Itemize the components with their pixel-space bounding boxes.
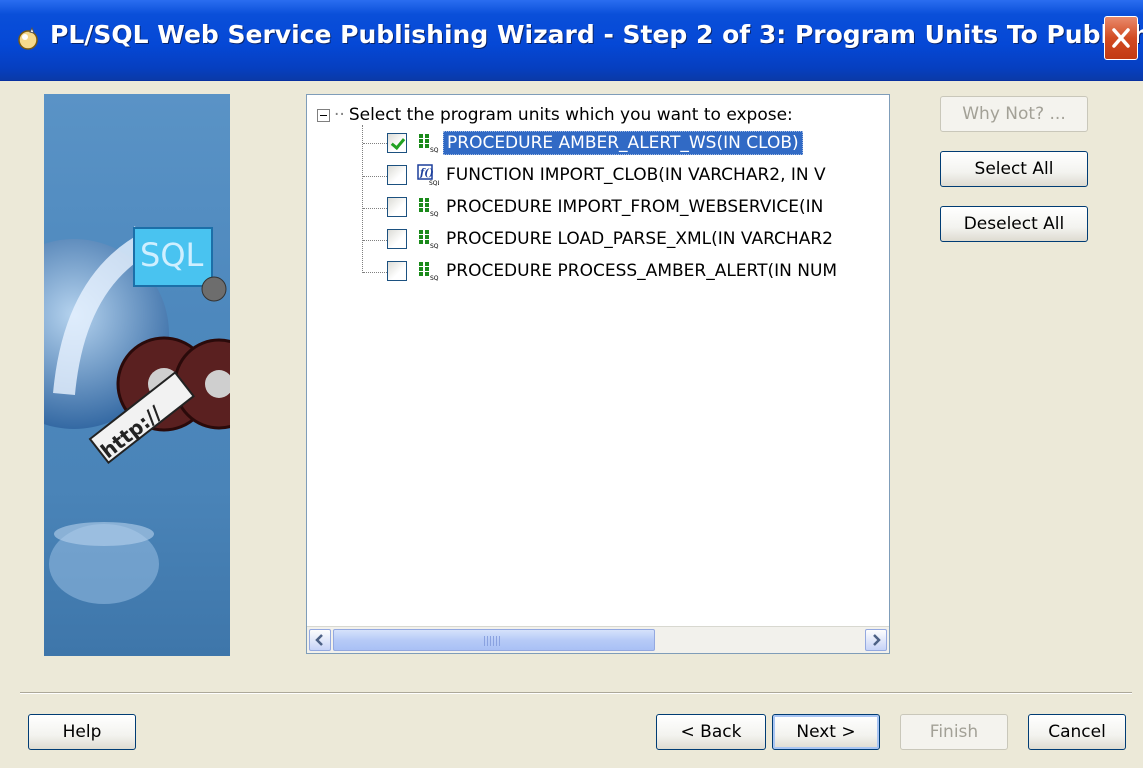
tree-item-label: PROCEDURE IMPORT_FROM_WEBSERVICE(IN	[446, 197, 824, 217]
tree-item-label: PROCEDURE PROCESS_AMBER_ALERT(IN NUM	[446, 261, 838, 281]
help-label: Help	[62, 722, 102, 742]
program-units-tree[interactable]: ·· Select the program units which you wa…	[306, 94, 890, 654]
svg-text:SQL: SQL	[430, 243, 439, 250]
tree-item-amber-alert-ws[interactable]: SQL PROCEDURE AMBER_ALERT_WS(IN CLOB)	[387, 130, 803, 156]
checkbox-unchecked[interactable]	[387, 165, 407, 185]
select-all-button[interactable]: Select All	[940, 151, 1088, 187]
procedure-icon: SQL	[419, 198, 439, 218]
why-not-button[interactable]: Why Not? ...	[940, 96, 1088, 132]
grip-icon	[484, 636, 500, 646]
help-button[interactable]: Help	[28, 714, 136, 750]
close-icon	[1112, 28, 1130, 48]
arrow-right-icon	[873, 634, 881, 646]
procedure-icon: SQL	[419, 230, 439, 250]
horizontal-scrollbar[interactable]	[307, 626, 889, 653]
window-title: PL/SQL Web Service Publishing Wizard - S…	[50, 20, 1143, 49]
tree-item-process-amber-alert[interactable]: SQL PROCEDURE PROCESS_AMBER_ALERT(IN NUM	[387, 258, 840, 284]
back-button[interactable]: < Back	[656, 714, 766, 750]
sql-label: SQL	[140, 236, 204, 274]
scroll-left-button[interactable]	[309, 629, 331, 651]
wizard-side-image: SQL http://	[44, 94, 230, 656]
select-all-label: Select All	[974, 159, 1054, 179]
why-not-label: Why Not? ...	[962, 104, 1066, 124]
svg-text:SQL: SQL	[430, 275, 439, 282]
checkbox-unchecked[interactable]	[387, 197, 407, 217]
deselect-all-button[interactable]: Deselect All	[940, 206, 1088, 242]
wizard-icon	[18, 26, 38, 50]
checkbox-unchecked[interactable]	[387, 261, 407, 281]
tree-item-load-parse-xml[interactable]: SQL PROCEDURE LOAD_PARSE_XML(IN VARCHAR2	[387, 226, 836, 252]
tree-item-import-from-webservice[interactable]: SQL PROCEDURE IMPORT_FROM_WEBSERVICE(IN	[387, 194, 826, 220]
tree-item-label: FUNCTION IMPORT_CLOB(IN VARCHAR2, IN V	[446, 165, 826, 185]
arrow-left-icon	[315, 634, 323, 646]
tree-line	[362, 125, 363, 273]
procedure-icon: SQL	[419, 262, 439, 282]
scroll-right-button[interactable]	[865, 629, 887, 651]
next-label: Next >	[796, 722, 856, 742]
footer-separator	[20, 692, 1132, 694]
svg-text:SQL: SQL	[430, 211, 439, 218]
cancel-button[interactable]: Cancel	[1028, 714, 1126, 750]
svg-text:SQL: SQL	[430, 147, 439, 154]
cancel-label: Cancel	[1048, 722, 1106, 742]
tree-item-label: PROCEDURE LOAD_PARSE_XML(IN VARCHAR2	[446, 229, 833, 249]
close-button[interactable]	[1104, 16, 1138, 60]
scroll-thumb[interactable]	[333, 629, 655, 651]
svg-text:f(): f()	[419, 168, 434, 179]
collapse-icon[interactable]	[317, 108, 330, 122]
title-bar: PL/SQL Web Service Publishing Wizard - S…	[0, 0, 1143, 81]
svg-text:SQL: SQL	[429, 180, 439, 186]
checkbox-checked[interactable]	[387, 133, 407, 153]
next-button[interactable]: Next >	[772, 714, 880, 750]
function-icon: f() SQL	[417, 164, 439, 186]
tree-item-import-clob[interactable]: f() SQL FUNCTION IMPORT_CLOB(IN VARCHAR2…	[387, 162, 829, 188]
deselect-all-label: Deselect All	[963, 214, 1065, 234]
checkbox-unchecked[interactable]	[387, 229, 407, 249]
tree-item-label: PROCEDURE AMBER_ALERT_WS(IN CLOB)	[443, 131, 803, 155]
finish-button[interactable]: Finish	[900, 714, 1008, 750]
back-label: < Back	[680, 722, 742, 742]
finish-label: Finish	[929, 722, 979, 742]
procedure-icon: SQL	[419, 134, 439, 154]
tree-root-label: Select the program units which you want …	[348, 105, 793, 125]
wizard-illustration	[44, 226, 230, 604]
tree-root[interactable]: ·· Select the program units which you wa…	[317, 103, 793, 127]
